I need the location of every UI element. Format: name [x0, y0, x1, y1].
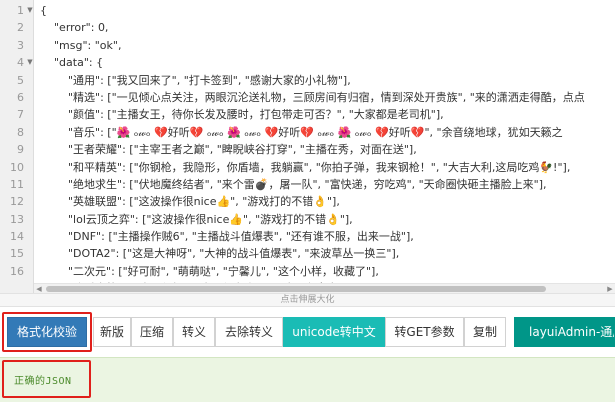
code-text: "音乐": ["🌺 ₒ𝓌ₒ 💔好听💔 ₒ𝓌ₒ 🌺 ₒ𝓌ₒ 💔好听💔 ₒ𝓌ₒ 🌺 … [40, 125, 563, 139]
code-line[interactable]: 1 ▼ { [0, 2, 615, 19]
line-number: 6 [17, 90, 24, 104]
code-line[interactable]: 7 "颜值": ["主播女王，待你长发及腰时，打包带走可否？", "大家都是老司… [0, 106, 615, 123]
line-number: 16 [10, 264, 24, 278]
code-line[interactable]: 9 "王者荣耀": ["主宰王者之巅", "睥睨峡谷打穿", "主播在秀，对面在… [0, 141, 615, 158]
copy-button[interactable]: 复制 [464, 317, 506, 347]
code-text: { [40, 4, 47, 17]
code-text: "DNF": ["主播操作贼6", "主播战斗值爆表", "还有谁不服，出来一战… [40, 230, 414, 244]
code-line[interactable]: 16 "二次元": ["好可耐", "萌萌哒", "宁馨儿", "这个小样，收藏… [0, 263, 615, 280]
line-number: 11 [10, 177, 24, 191]
code-line[interactable]: 3 "msg": "ok", [0, 37, 615, 54]
code-line[interactable]: 12 "英雄联盟": ["这波操作很nice👍", "游戏打的不错👌"], [0, 193, 615, 210]
line-number: 13 [10, 212, 24, 226]
code-text: "lol云顶之弈": ["这波操作很nice👍", "游戏打的不错👌"], [40, 212, 353, 226]
code-line[interactable]: 11 "绝地求生": ["伏地魔终结者", "来个雷💣，屠一队", "富快递，穷… [0, 176, 615, 193]
code-line[interactable]: 8 "音乐": ["🌺 ₒ𝓌ₒ 💔好听💔 ₒ𝓌ₒ 🌺 ₒ𝓌ₒ 💔好听💔 ₒ𝓌ₒ … [0, 124, 615, 141]
code-line[interactable]: 4 ▼ "data": { [0, 54, 615, 71]
line-number: 1 [17, 4, 24, 17]
to-get-params-button[interactable]: 转GET参数 [385, 317, 464, 347]
format-validate-button[interactable]: 格式化校验 [7, 317, 87, 347]
code-text: "二次元": ["好可耐", "萌萌哒", "宁馨儿", "这个小样，收藏了"]… [40, 264, 379, 278]
code-line[interactable]: 15 "DOTA2": ["这是大神呀", "大神的战斗值爆表", "来波草丛一… [0, 245, 615, 262]
new-version-button[interactable]: 新版 [93, 317, 131, 347]
unicode-to-chinese-button[interactable]: unicode转中文 [283, 317, 385, 347]
resize-hint-text: 点击伸展大化 [280, 295, 335, 305]
line-number: 4 [17, 56, 24, 70]
code-text: "error": 0, [40, 21, 109, 35]
line-number: 5 [17, 73, 24, 87]
unescape-button[interactable]: 去除转义 [215, 317, 283, 347]
fold-toggle-icon[interactable]: ▼ [26, 54, 34, 71]
code-area[interactable]: 1 ▼{2 "error": 0, 3 "msg": "ok", 4 ▼ "data":… [0, 2, 615, 283]
line-number: 10 [10, 160, 24, 174]
resize-handle[interactable]: 点击伸展大化 [0, 293, 615, 307]
code-text: "通用": ["我又回来了", "打卡签到", "感谢大家的小礼物"], [40, 73, 351, 87]
code-text: "和平精英": ["你钢枪，我隐形，你盾墙，我躺赢", "你拍子弹，我来钢枪！"… [40, 160, 571, 174]
compress-button[interactable]: 压缩 [131, 317, 173, 347]
status-text: 正确的JSON [14, 376, 72, 387]
line-number: 3 [17, 38, 24, 52]
code-text: "DOTA2": ["这是大神呀", "大神的战斗值爆表", "来波草丛一换三"… [40, 247, 400, 261]
line-number: 9 [17, 143, 24, 157]
gutter-corner [0, 283, 34, 293]
escape-button[interactable]: 转义 [173, 317, 215, 347]
fold-toggle-icon[interactable]: ▼ [26, 2, 34, 19]
code-line[interactable]: 2 "error": 0, [0, 19, 615, 36]
code-line[interactable]: 6 "精选": ["一见倾心点关注，两眼沉沦送礼物，三顾房间有归宿，情到深处开贵… [0, 89, 615, 106]
line-number: 15 [10, 247, 24, 261]
validation-status: 正确的JSON [0, 357, 615, 402]
line-number: 7 [17, 108, 24, 122]
line-number: 8 [17, 125, 24, 139]
line-number: 14 [10, 230, 24, 244]
line-number: 2 [17, 21, 24, 35]
scrollbar-thumb[interactable] [46, 286, 546, 292]
json-editor[interactable]: 1 ▼{2 "error": 0, 3 "msg": "ok", 4 ▼ "data":… [0, 0, 615, 283]
code-text: "msg": "ok", [40, 38, 122, 52]
code-text: "精选": ["一见倾心点关注，两眼沉沦送礼物，三顾房间有归宿，情到深处开贵族"… [40, 90, 585, 104]
code-line[interactable]: 5 "通用": ["我又回来了", "打卡签到", "感谢大家的小礼物"], [0, 72, 615, 89]
layui-admin-button[interactable]: layuiAdmin-通用 [514, 317, 615, 347]
code-text: "王者荣耀": ["主宰王者之巅", "睥睨峡谷打穿", "主播在秀，对面在送"… [40, 143, 417, 157]
code-line[interactable]: 13 "lol云顶之弈": ["这波操作很nice👍", "游戏打的不错👌"], [0, 211, 615, 228]
code-text: "颜值": ["主播女王，待你长发及腰时，打包带走可否？", "大家都是老司机"… [40, 108, 444, 122]
code-text: "绝地求生": ["伏地魔终结者", "来个雷💣，屠一队", "富快递，穷吃鸡"… [40, 177, 547, 191]
code-line[interactable]: 14 "DNF": ["主播操作贼6", "主播战斗值爆表", "还有谁不服，出… [0, 228, 615, 245]
horizontal-scrollbar[interactable]: ◀ ▶ [34, 283, 615, 293]
code-text: "data": { [40, 56, 104, 70]
toolbar: 格式化校验 新版 压缩 转义 去除转义 unicode转中文 转GET参数 复制… [0, 308, 615, 354]
line-number: 12 [10, 195, 24, 209]
code-text: "英雄联盟": ["这波操作很nice👍", "游戏打的不错👌"], [40, 195, 340, 209]
code-line[interactable]: 10 "和平精英": ["你钢枪，我隐形，你盾墙，我躺赢", "你拍子弹，我来钢… [0, 159, 615, 176]
